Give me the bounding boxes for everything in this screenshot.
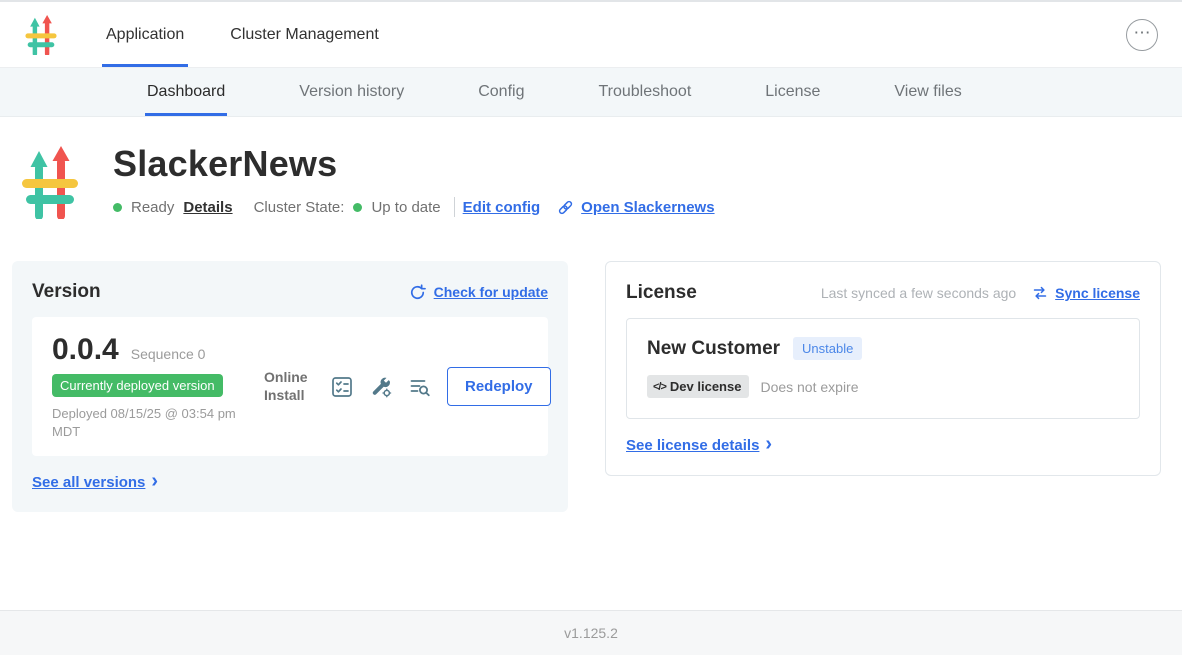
subnav-item-dashboard[interactable]: Dashboard <box>145 68 227 116</box>
divider <box>454 197 455 217</box>
version-action-icons <box>330 375 432 399</box>
page-title: SlackerNews <box>113 143 724 185</box>
subnav-label: View files <box>894 83 961 101</box>
tab-cluster-management-label: Cluster Management <box>230 26 379 44</box>
console-version: v1.125.2 <box>564 625 618 641</box>
main-content: SlackerNews Ready Details Cluster State:… <box>0 117 1182 610</box>
more-menu-button[interactable]: ⋯ <box>1126 19 1158 51</box>
app-sub-navigation: Dashboard Version history Config Trouble… <box>0 68 1182 117</box>
see-all-versions-link[interactable]: See all versions › <box>32 472 158 492</box>
deployed-timestamp: Deployed 08/15/25 @ 03:54 pm MDT <box>52 405 252 440</box>
open-app-link[interactable]: Open Slackernews <box>557 199 714 216</box>
subnav-item-view-files[interactable]: View files <box>892 68 963 116</box>
ready-status-label: Ready <box>131 199 174 216</box>
license-card: License Last synced a few seconds ago <box>605 261 1161 476</box>
dashboard-cards: Version Check for update 0.0.4 Sequence … <box>0 261 1182 512</box>
subnav-label: Config <box>478 83 524 101</box>
license-details-box: New Customer Unstable </> Dev license Do… <box>626 318 1140 419</box>
cluster-status-dot-icon <box>353 203 362 212</box>
open-app-link-label: Open Slackernews <box>581 199 714 216</box>
subnav-item-config[interactable]: Config <box>476 68 526 116</box>
version-card: Version Check for update 0.0.4 Sequence … <box>12 261 568 512</box>
cluster-state-label: Cluster State: <box>254 199 345 216</box>
edit-config-link[interactable]: Edit config <box>463 199 541 216</box>
details-link[interactable]: Details <box>183 199 232 216</box>
app-status-row: Ready Details Cluster State: Up to date … <box>113 197 724 217</box>
sequence-label: Sequence 0 <box>131 346 206 362</box>
see-license-details-label: See license details <box>626 437 759 454</box>
ready-status-dot-icon <box>113 203 122 212</box>
app-header: SlackerNews Ready Details Cluster State:… <box>0 117 1182 219</box>
preflight-checks-icon[interactable] <box>330 375 354 399</box>
chevron-right-icon: › <box>765 434 772 454</box>
footer: v1.125.2 <box>0 610 1182 655</box>
top-tabs: Application Cluster Management <box>102 2 383 67</box>
current-version-box: 0.0.4 Sequence 0 Currently deployed vers… <box>32 317 548 456</box>
tab-application-label: Application <box>106 26 184 44</box>
license-type-badge: </> Dev license <box>647 375 749 398</box>
license-card-title: License <box>626 282 697 304</box>
channel-badge: Unstable <box>793 337 862 360</box>
customer-name: New Customer <box>647 338 780 360</box>
config-wrench-icon[interactable] <box>369 375 393 399</box>
link-icon <box>557 199 574 216</box>
sync-license-link[interactable]: Sync license <box>1032 285 1140 301</box>
subnav-item-version-history[interactable]: Version history <box>297 68 406 116</box>
subnav-item-license[interactable]: License <box>763 68 822 116</box>
license-expiration: Does not expire <box>760 379 858 395</box>
check-for-update-label: Check for update <box>434 284 548 300</box>
version-card-title: Version <box>32 281 101 303</box>
sync-icon <box>1032 285 1048 301</box>
view-logs-icon[interactable] <box>408 375 432 399</box>
cluster-state-value: Up to date <box>371 199 440 216</box>
code-icon: </> <box>653 381 666 393</box>
license-type-label: Dev license <box>670 379 742 394</box>
top-navigation-bar: Application Cluster Management ⋯ <box>0 0 1182 68</box>
slackernews-logo-large <box>20 145 80 219</box>
sync-license-label: Sync license <box>1055 285 1140 301</box>
version-number: 0.0.4 <box>52 333 119 367</box>
deployed-status-badge: Currently deployed version <box>52 374 223 397</box>
slackernews-logo-icon <box>24 15 58 55</box>
tab-cluster-management[interactable]: Cluster Management <box>226 2 383 67</box>
subnav-label: Troubleshoot <box>598 83 691 101</box>
last-synced-label: Last synced a few seconds ago <box>821 285 1016 301</box>
tab-application[interactable]: Application <box>102 2 188 67</box>
subnav-label: Dashboard <box>147 83 225 101</box>
redeploy-button[interactable]: Redeploy <box>447 367 551 406</box>
app-logo-small-wrap <box>24 2 58 67</box>
ellipsis-icon: ⋯ <box>1134 24 1151 41</box>
see-license-details-link[interactable]: See license details › <box>626 435 772 455</box>
check-for-update-link[interactable]: Check for update <box>409 284 548 301</box>
see-all-versions-label: See all versions <box>32 474 145 491</box>
subnav-label: License <box>765 83 820 101</box>
chevron-right-icon: › <box>151 471 158 491</box>
subnav-label: Version history <box>299 83 404 101</box>
subnav-item-troubleshoot[interactable]: Troubleshoot <box>596 68 693 116</box>
refresh-icon <box>409 284 426 301</box>
install-type-label: Online Install <box>264 369 316 404</box>
